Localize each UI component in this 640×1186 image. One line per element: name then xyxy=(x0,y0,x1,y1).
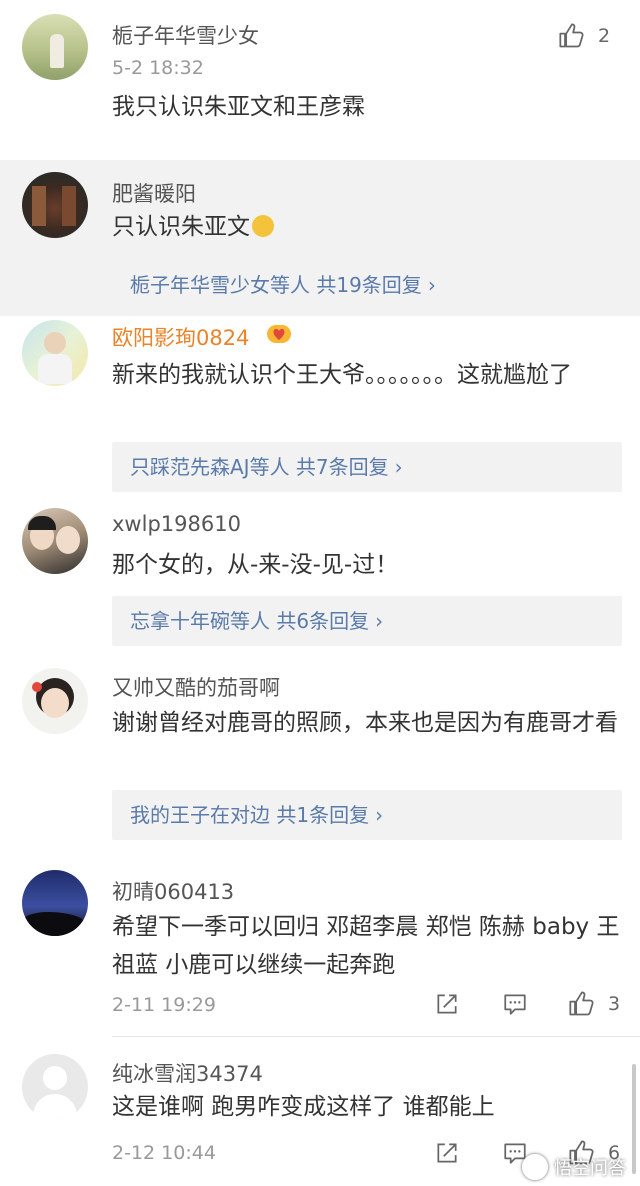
comment-text: 只认识朱亚文 xyxy=(112,208,622,246)
avatar[interactable] xyxy=(22,508,88,574)
comment-text-content: 只认识朱亚文 xyxy=(112,214,250,240)
avatar[interactable] xyxy=(22,870,88,936)
replies-link[interactable]: 栀子年华雪少女等人 共19条回复 › xyxy=(112,260,622,310)
replies-label: 忘拿十年碗等人 共6条回复 xyxy=(130,609,370,633)
watermark: 悟空问答 xyxy=(522,1154,626,1180)
avatar[interactable] xyxy=(22,668,88,734)
laughing-crying-emoji-icon xyxy=(252,215,274,237)
chevron-right-icon: › xyxy=(375,803,384,827)
comment-item: 栀子年华雪少女 5-2 18:32 我只认识朱亚文和王彦霖 2 xyxy=(0,0,640,160)
comment-icon[interactable] xyxy=(502,991,528,1017)
like-button[interactable]: 3 xyxy=(568,990,620,1018)
share-icon[interactable] xyxy=(434,1140,460,1166)
replies-label: 只踩范先森AJ等人 共7条回复 xyxy=(130,455,389,479)
comment-username[interactable]: 欧阳影珣0824 xyxy=(112,322,249,352)
watermark-logo-icon xyxy=(522,1154,548,1180)
chevron-right-icon: › xyxy=(394,455,403,479)
comment-item: 欧阳影珣0824 新来的我就认识个王大爷。。。。。。。这就尴尬了 只踩范先森AJ… xyxy=(0,316,640,502)
thumbs-up-icon xyxy=(559,23,584,48)
like-count: 3 xyxy=(608,993,621,1015)
comment-username[interactable]: 又帅又酷的茄哥啊 xyxy=(112,672,280,702)
replies-label: 我的王子在对边 共1条回复 xyxy=(130,803,370,827)
comment-text: 新来的我就认识个王大爷。。。。。。。这就尴尬了 xyxy=(112,362,572,388)
comment-item: 肥酱暖阳 只认识朱亚文 栀子年华雪少女等人 共19条回复 › xyxy=(0,160,640,316)
comment-text: 希望下一季可以回归 邓超李晨 郑恺 陈赫 baby 王祖蓝 小鹿可以继续一起奔跑 xyxy=(112,914,620,978)
comment-username[interactable]: 初晴060413 xyxy=(112,876,234,906)
scrollbar[interactable] xyxy=(632,1064,636,1174)
comment-text: 那个女的，从-来-没-见-过！ xyxy=(112,552,399,578)
heart-badge-icon xyxy=(267,325,291,343)
comment-username[interactable]: 肥酱暖阳 xyxy=(112,178,196,208)
comment-time: 2-12 10:44 xyxy=(112,1142,216,1164)
comment-text: 谢谢曾经对鹿哥的照顾，本来也是因为有鹿哥才看 xyxy=(112,710,618,736)
comment-item: xwlp198610 那个女的，从-来-没-见-过！ 忘拿十年碗等人 共6条回复… xyxy=(0,502,640,652)
replies-link[interactable]: 只踩范先森AJ等人 共7条回复 › xyxy=(112,442,622,492)
share-icon[interactable] xyxy=(434,991,460,1017)
avatar[interactable] xyxy=(22,172,88,238)
comment-time: 2-11 19:29 xyxy=(112,994,216,1016)
replies-link[interactable]: 我的王子在对边 共1条回复 › xyxy=(112,790,622,840)
avatar[interactable] xyxy=(22,320,88,386)
chevron-right-icon: › xyxy=(427,273,436,297)
watermark-text: 悟空问答 xyxy=(554,1158,626,1179)
thumbs-up-icon xyxy=(569,991,594,1016)
comment-item: 初晴060413 希望下一季可以回归 邓超李晨 郑恺 陈赫 baby 王祖蓝 小… xyxy=(0,848,640,1038)
comment-username[interactable]: 栀子年华雪少女 xyxy=(112,20,259,50)
avatar[interactable] xyxy=(22,14,88,80)
comment-item: 又帅又酷的茄哥啊 谢谢曾经对鹿哥的照顾，本来也是因为有鹿哥才看 我的王子在对边 … xyxy=(0,652,640,848)
comment-username[interactable]: xwlp198610 xyxy=(112,512,241,536)
like-count: 2 xyxy=(598,25,611,47)
replies-link[interactable]: 忘拿十年碗等人 共6条回复 › xyxy=(112,596,622,646)
comment-text: 这是谁啊 跑男咋变成这样了 谁都能上 xyxy=(112,1094,495,1120)
like-button[interactable]: 2 xyxy=(558,22,610,50)
avatar[interactable] xyxy=(22,1054,88,1120)
divider xyxy=(112,1036,640,1037)
comment-username[interactable]: 纯冰雪润34374 xyxy=(112,1058,263,1088)
comment-time: 5-2 18:32 xyxy=(112,57,204,79)
chevron-right-icon: › xyxy=(375,609,384,633)
comment-text: 我只认识朱亚文和王彦霖 xyxy=(112,94,365,120)
replies-label: 栀子年华雪少女等人 共19条回复 xyxy=(130,273,422,297)
